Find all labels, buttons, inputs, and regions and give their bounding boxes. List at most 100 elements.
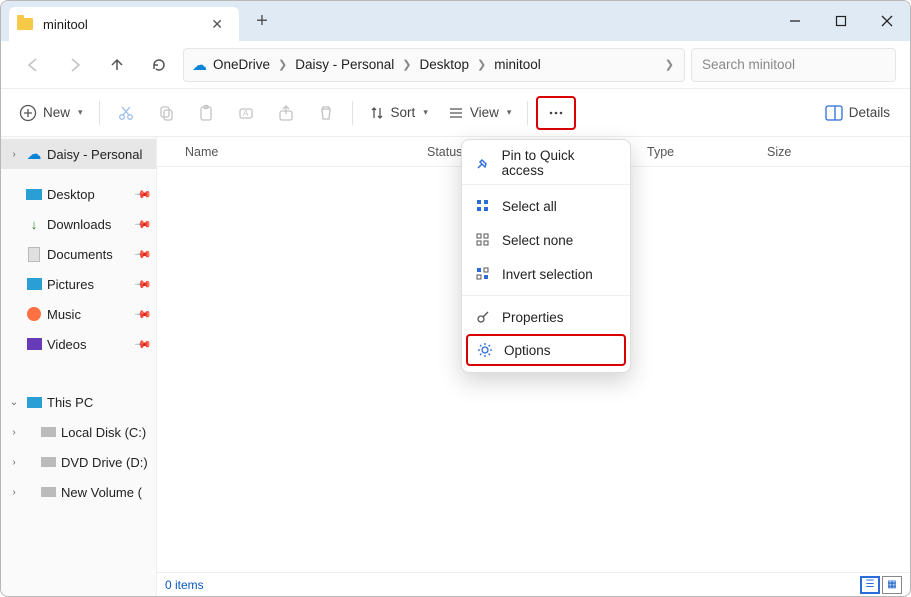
view-mode-grid[interactable]: ▦ (882, 576, 902, 594)
menu-label: Pin to Quick access (502, 148, 618, 178)
menu-item-invert-selection[interactable]: Invert selection (462, 257, 630, 291)
sidebar-item-label: Pictures (47, 277, 132, 292)
menu-separator (462, 184, 630, 185)
chevron-down-icon: ▾ (507, 107, 512, 118)
forward-button[interactable] (57, 47, 93, 83)
new-button[interactable]: New ▾ (11, 96, 91, 130)
back-button[interactable] (15, 47, 51, 83)
more-button[interactable] (536, 96, 576, 130)
pin-icon: 📌 (134, 215, 153, 234)
sidebar-item-label: New Volume ( (61, 485, 156, 500)
sidebar-item-music[interactable]: Music 📌 (1, 299, 156, 329)
plus-circle-icon (19, 104, 37, 122)
column-size[interactable]: Size (757, 145, 837, 159)
cut-button[interactable] (108, 96, 144, 130)
rename-button[interactable]: A (228, 96, 264, 130)
chevron-right-icon[interactable]: ❯ (400, 58, 413, 71)
toolbar: New ▾ A Sort ▾ View ▾ (1, 89, 910, 137)
chevron-down-icon[interactable]: ⌄ (7, 397, 21, 408)
breadcrumb[interactable]: ☁ OneDrive ❯ Daisy - Personal ❯ Desktop … (183, 48, 685, 82)
breadcrumb-item-0[interactable]: Daisy - Personal (295, 57, 394, 72)
chevron-right-icon[interactable]: ❯ (475, 58, 488, 71)
refresh-button[interactable] (141, 47, 177, 83)
breadcrumb-item-2[interactable]: minitool (494, 57, 541, 72)
sidebar-item-label: Music (47, 307, 132, 322)
sidebar-item-this-pc[interactable]: ⌄ This PC (1, 387, 156, 417)
view-mode-details[interactable]: ☰ (860, 576, 880, 594)
sidebar-item-pictures[interactable]: Pictures 📌 (1, 269, 156, 299)
body: › ☁ Daisy - Personal Desktop 📌 ↓ Downloa… (1, 137, 910, 596)
delete-button[interactable] (308, 96, 344, 130)
gear-icon (476, 341, 494, 359)
chevron-down-icon: ▾ (78, 107, 83, 118)
sidebar-item-videos[interactable]: Videos 📌 (1, 329, 156, 359)
sidebar: › ☁ Daisy - Personal Desktop 📌 ↓ Downloa… (1, 137, 157, 596)
view-label: View (470, 105, 499, 120)
search-input[interactable]: Search minitool (691, 48, 896, 82)
separator (527, 101, 528, 125)
menu-label: Options (504, 343, 551, 358)
sidebar-item-documents[interactable]: Documents 📌 (1, 239, 156, 269)
select-none-icon (474, 231, 492, 249)
menu-item-properties[interactable]: Properties (462, 300, 630, 334)
sidebar-item-drive-c[interactable]: › Local Disk (C:) (1, 417, 156, 447)
copy-button[interactable] (148, 96, 184, 130)
tab-minitool[interactable]: minitool ✕ (9, 7, 239, 41)
sidebar-item-label: Desktop (47, 187, 132, 202)
select-all-icon (474, 197, 492, 215)
new-tab-button[interactable]: + (245, 10, 279, 33)
onedrive-icon: ☁ (25, 145, 43, 163)
sidebar-item-onedrive[interactable]: › ☁ Daisy - Personal (1, 139, 156, 169)
menu-label: Invert selection (502, 267, 593, 282)
details-button[interactable]: Details (815, 96, 900, 130)
chevron-right-icon[interactable]: ❯ (276, 58, 289, 71)
chevron-right-icon[interactable]: › (7, 457, 21, 468)
up-button[interactable] (99, 47, 135, 83)
chevron-right-icon[interactable]: ❯ (663, 58, 676, 71)
sort-button[interactable]: Sort ▾ (361, 96, 436, 130)
trash-icon (317, 104, 335, 122)
menu-item-select-none[interactable]: Select none (462, 223, 630, 257)
menu-item-select-all[interactable]: Select all (462, 189, 630, 223)
sidebar-item-desktop[interactable]: Desktop 📌 (1, 179, 156, 209)
status-count: 0 items (165, 578, 204, 592)
properties-icon (474, 308, 492, 326)
sidebar-item-label: Local Disk (C:) (61, 425, 156, 440)
window-controls (772, 1, 910, 41)
breadcrumb-root[interactable]: ☁ OneDrive (192, 56, 270, 74)
separator (99, 101, 100, 125)
chevron-right-icon[interactable]: › (7, 427, 21, 438)
pin-icon: 📌 (134, 185, 153, 204)
breadcrumb-item-1[interactable]: Desktop (420, 57, 470, 72)
share-button[interactable] (268, 96, 304, 130)
invert-selection-icon (474, 265, 492, 283)
chevron-right-icon[interactable]: › (7, 487, 21, 498)
paste-button[interactable] (188, 96, 224, 130)
view-button[interactable]: View ▾ (440, 96, 520, 130)
sidebar-item-label: This PC (47, 395, 156, 410)
document-icon (25, 245, 43, 263)
menu-item-options[interactable]: Options (466, 334, 626, 366)
close-window-button[interactable] (864, 1, 910, 41)
separator (352, 101, 353, 125)
folder-icon (17, 15, 35, 33)
menu-label: Select all (502, 199, 557, 214)
menu-item-pin[interactable]: Pin to Quick access (462, 146, 630, 180)
chevron-right-icon[interactable]: › (7, 149, 21, 160)
menu-separator (462, 295, 630, 296)
close-tab-button[interactable]: ✕ (205, 14, 229, 35)
column-type[interactable]: Type (637, 145, 757, 159)
minimize-button[interactable] (772, 1, 818, 41)
explorer-window: minitool ✕ + (0, 0, 911, 597)
sidebar-item-dvd[interactable]: › DVD Drive (D:) (1, 447, 156, 477)
sidebar-item-label: Documents (47, 247, 132, 262)
sidebar-item-downloads[interactable]: ↓ Downloads 📌 (1, 209, 156, 239)
onedrive-icon: ☁ (192, 56, 207, 74)
column-name[interactable]: Name ˄ (157, 145, 417, 159)
column-label: Type (647, 145, 674, 159)
sidebar-item-drive-new[interactable]: › New Volume ( (1, 477, 156, 507)
maximize-button[interactable] (818, 1, 864, 41)
view-icon (448, 105, 464, 121)
details-label: Details (849, 105, 890, 120)
pin-icon: 📌 (134, 275, 153, 294)
